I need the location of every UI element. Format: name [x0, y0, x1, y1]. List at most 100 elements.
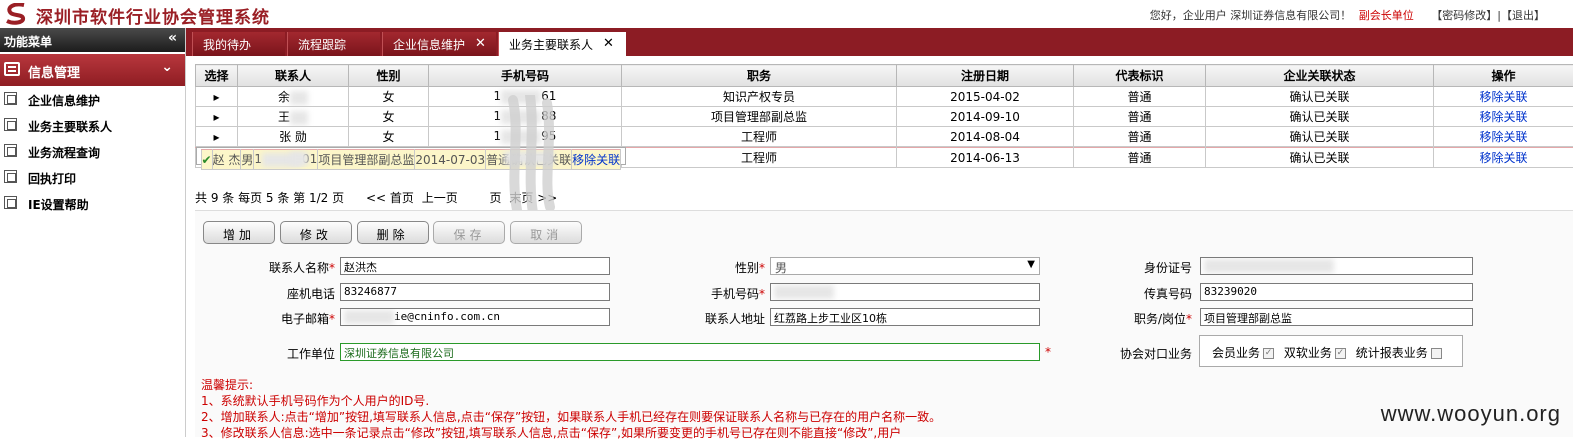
column-header: 注册日期 — [897, 65, 1074, 87]
link-status: 确认已关联 — [1206, 127, 1434, 147]
close-icon[interactable]: ✕ — [475, 36, 486, 51]
register-date: 2014-09-10 — [897, 107, 1074, 127]
idcard-input[interactable] — [1200, 257, 1473, 275]
save-button[interactable]: 保存 — [433, 221, 505, 244]
email-label: 电子邮箱* — [235, 310, 335, 327]
row-check-icon[interactable]: ✔ — [201, 150, 212, 170]
table-row[interactable]: ▸ 王 女 188 项目管理部副总监 2014-09-10 普通 确认已关联 移… — [196, 107, 1573, 127]
tab-enterprise-info[interactable]: 企业信息维护 ✕ — [382, 32, 496, 56]
logo-icon — [4, 3, 30, 25]
gender-label: 性别* — [665, 259, 765, 276]
top-bar: 深圳市软件行业协会管理系统 您好，企业用户 深圳证券信息有限公司！ 副会长单位 … — [0, 0, 1573, 28]
contact-name-input[interactable]: 赵洪杰 — [340, 257, 610, 275]
sidebar-item-receipt-print[interactable]: 回执打印 — [0, 164, 185, 190]
contact-name-text: 王 — [278, 110, 290, 124]
table-row[interactable]: ▸ 余 女 161 知识产权专员 2015-04-02 普通 确认已关联 移除关… — [196, 87, 1573, 107]
assoc-business-group: 会员业务✓ 双软业务✓ 统计报表业务 — [1199, 335, 1463, 367]
collapse-sidebar-icon[interactable]: « — [168, 30, 177, 46]
rep-flag: 普通 — [1074, 107, 1206, 127]
address-input[interactable]: 红荔路上步工业区10栋 — [770, 308, 1040, 326]
assoc-business-label: 协会对口业务 — [1092, 345, 1192, 362]
mobile-label-text: 手机号码 — [711, 287, 759, 301]
idcard-label: 身份证号 — [1092, 259, 1192, 276]
cube-icon — [4, 92, 17, 105]
cube-icon — [4, 170, 17, 183]
remove-link-button[interactable]: 移除关联 — [1434, 148, 1573, 168]
list-icon — [4, 62, 20, 76]
member-business-checkbox[interactable]: ✓ — [1263, 348, 1274, 359]
add-button[interactable]: 增加 — [203, 221, 275, 244]
fax-input[interactable]: 83239020 — [1200, 283, 1473, 301]
tab-my-todo[interactable]: 我的待办 — [192, 32, 285, 56]
sidebar-item-label: 回执打印 — [28, 172, 76, 186]
sidebar-header: 功能菜单 « — [0, 28, 185, 52]
link-status: 确认已关联 — [1206, 148, 1434, 168]
required-mark: * — [759, 261, 765, 275]
tab-label: 业务主要联系人 — [509, 38, 593, 52]
remove-link-button[interactable]: 移除关联 — [1434, 87, 1573, 107]
cube-icon — [4, 144, 17, 157]
chevron-down-icon: ⌄ — [161, 59, 173, 75]
mobile-prefix: 1 — [494, 89, 502, 103]
required-mark: * — [1186, 312, 1192, 326]
next-page-link[interactable]: 页 — [490, 191, 502, 205]
delete-button[interactable]: 删除 — [357, 221, 429, 244]
rep-flag: 普通 — [1074, 127, 1206, 147]
stat-report-checkbox[interactable] — [1431, 348, 1442, 359]
change-password-link[interactable]: 【密码修改】 — [1431, 9, 1497, 22]
phone-input[interactable]: 83246877 — [340, 283, 610, 301]
remove-link-button[interactable]: 移除关联 — [1434, 127, 1573, 147]
sidebar-item-ie-help[interactable]: IE设置帮助 — [0, 190, 185, 216]
gender-select[interactable]: 男▼ — [770, 257, 1040, 275]
contact-name: 张 勋 — [238, 127, 349, 147]
job-title: 工程师 — [622, 127, 897, 147]
gender-label-text: 性别 — [735, 261, 759, 275]
tips-title: 温馨提示: — [201, 377, 941, 393]
remove-link-button[interactable]: 移除关联 — [1434, 107, 1573, 127]
tab-label: 企业信息维护 — [393, 38, 465, 52]
workplace-input[interactable]: 深圳证券信息有限公司 — [340, 343, 1040, 361]
sidebar-item-label: 业务主要联系人 — [28, 120, 112, 134]
mobile: 101 — [254, 150, 318, 170]
watermark: www.wooyun.org — [1381, 401, 1561, 427]
pager: 共 9 条 每页 5 条 第 1/2 页 << 首页 上一页 页 末页 >> — [195, 189, 557, 206]
link-status: 确认已关联 — [1206, 107, 1434, 127]
row-select-icon[interactable]: ▸ — [196, 87, 238, 107]
redaction — [290, 111, 308, 125]
sidebar-title: 功能菜单 — [4, 35, 52, 49]
gender: 女 — [349, 107, 429, 127]
remove-link-button[interactable]: 移除关联 — [572, 150, 621, 170]
redaction — [290, 91, 308, 105]
column-header: 联系人 — [238, 65, 349, 87]
row-select-icon[interactable]: ▸ — [196, 107, 238, 127]
mobile-input[interactable] — [770, 283, 1040, 301]
position-input[interactable]: 项目管理部副总监 — [1200, 308, 1473, 326]
sidebar-item-business-contacts[interactable]: 业务主要联系人 — [0, 112, 185, 138]
sidebar-item-enterprise-info[interactable]: 企业信息维护 — [0, 86, 185, 112]
email-input[interactable]: ie@cninfo.com.cn — [340, 308, 610, 326]
dual-software-checkbox[interactable]: ✓ — [1335, 348, 1346, 359]
job-title: 知识产权专员 — [622, 87, 897, 107]
register-date: 2014-08-04 — [897, 127, 1074, 147]
sidebar-item-label: 业务流程查询 — [28, 146, 100, 160]
row-select-icon[interactable]: ▸ — [196, 127, 238, 147]
tab-business-contacts[interactable]: 业务主要联系人 ✕ — [498, 32, 626, 56]
cancel-button[interactable]: 取消 — [510, 221, 582, 244]
sidebar-item-process-query[interactable]: 业务流程查询 — [0, 138, 185, 164]
close-icon[interactable]: ✕ — [603, 36, 614, 51]
column-header: 企业关联状态 — [1206, 65, 1434, 87]
mobile-prefix: 1 — [254, 152, 262, 166]
sidebar-group-info-management[interactable]: 信息管理 ⌄ — [0, 54, 185, 86]
column-header: 职务 — [622, 65, 897, 87]
logout-link[interactable]: 【退出】 — [1501, 9, 1545, 22]
required-mark: * — [329, 312, 335, 326]
email-value: ie@cninfo.com.cn — [394, 310, 500, 323]
member-role: 副会长单位 — [1359, 9, 1414, 22]
job-title: 项目管理部副总监 — [622, 107, 897, 127]
table-row[interactable]: ▸ 张 勋 女 195 工程师 2014-08-04 普通 确认已关联 移除关联 — [196, 127, 1573, 147]
prev-page-link[interactable]: 上一页 — [422, 191, 458, 205]
first-page-link[interactable]: << 首页 — [366, 191, 414, 205]
tab-process-tracking[interactable]: 流程跟踪 — [287, 32, 380, 56]
edit-button[interactable]: 修改 — [280, 221, 352, 244]
mobile-prefix: 1 — [494, 129, 502, 143]
